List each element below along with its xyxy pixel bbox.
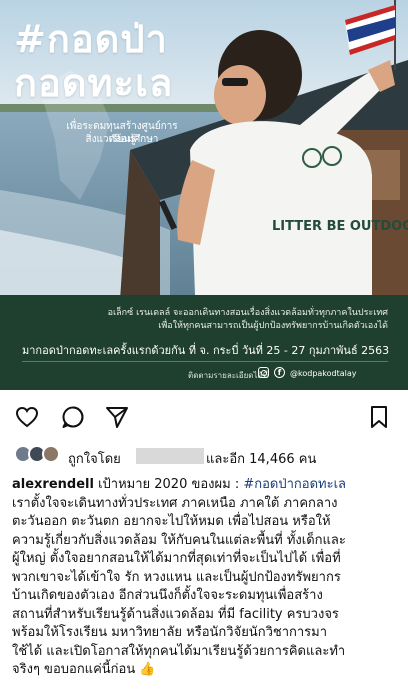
caption-line: ใช้ได้ และเปิดโอกาสให้ทุกคนได้มาเรียนรู้… [12,643,346,659]
banner-divider [22,361,388,362]
caption-line: ตะวันออก ตะวันตก อยากจะไปให้หมด เพื่อไปส… [12,514,331,529]
likes-count-link[interactable]: และอีก 14,466 คน [206,448,316,469]
image-info-banner: อเล็กซ์ เรนเดลล์ จะออกเดินทางสอนเรื่องสิ… [0,295,408,390]
bookmark-icon[interactable] [366,404,392,430]
post-caption: alexrendell เป้าหมาย 2020 ของผม : #กอดป่… [12,476,398,680]
post-image[interactable]: LITTER BE OUTDOOR #กอดป่า กอดทะเล เพื่อร… [0,0,408,390]
post-action-bar [0,400,408,434]
image-hashtag-line2: กอดทะเล [14,61,174,105]
caption-line: สถานที่สำหรับเรียนรู้ด้านสิ่งแวดล้อม ที่… [12,606,339,622]
banner-line1: อเล็กซ์ เรนเดลล์ จะออกเดินทางสอนเรื่องสิ… [107,308,388,318]
share-icon[interactable] [104,404,130,430]
caption-first-line: alexrendell เป้าหมาย 2020 ของผม : #กอดป่… [12,476,398,495]
shirt-text: LITTER BE OUTDOOR [272,219,408,234]
caption-line: เราตั้งใจจะเดินทางทั่วประเทศ ภาคเหนือ ภา… [12,495,338,511]
banner-social-handle: @kodpakodtalay [290,369,357,378]
caption-intro: เป้าหมาย 2020 ของผม : [93,477,244,492]
banner-line2: เพื่อให้ทุกคนสามารถเป็นผู้ปกป้องทรัพยากร… [158,321,388,331]
caption-line: ความรู้เกี่ยวกับสิ่งแวดล้อม ให้กับคนในแต… [12,532,346,548]
banner-follow-text: ติดตามรายละเอียดได้ที่ [188,371,268,380]
avatar[interactable] [42,445,60,463]
caption-line: จริงๆ ขอบอกแค่นี้ก่อน 👍 [12,662,156,677]
username-link[interactable]: alexrendell [12,477,94,492]
caption-hashtag-link[interactable]: #กอดป่ากอดทะเล [243,477,346,492]
liked-by-label: ถูกใจโดย [68,452,121,467]
comment-icon[interactable] [60,404,86,430]
facebook-icon: f [274,367,285,378]
banner-event-line: มากอดป่ากอดทะเลครั้งแรกด้วยกัน ที่ จ. กร… [22,344,390,357]
caption-line: พวกเขาจะได้เข้าใจ รัก หวงแหน และเป็นผู้ป… [12,569,341,585]
caption-line: ผู้ใหญ่ ตั้งใจอยากสอนให้ได้มากที่สุดเท่า… [12,551,341,566]
instagram-icon [258,367,269,378]
heart-icon[interactable] [14,404,40,430]
redacted-username [136,448,204,464]
likes-row: ถูกใจโดย และอีก 14,466 คน [0,440,408,470]
caption-line: บ้านเกิดของตัวเอง อีกส่วนนึงก็ตั้งใจจะระ… [12,588,323,603]
caption-line: พร้อมให้โรงเรียน มหาวิทยาลัย หรือนักวิจั… [12,625,328,640]
image-subtitle-line2: สิ่งแวดล้อมศึกษา [85,134,159,145]
